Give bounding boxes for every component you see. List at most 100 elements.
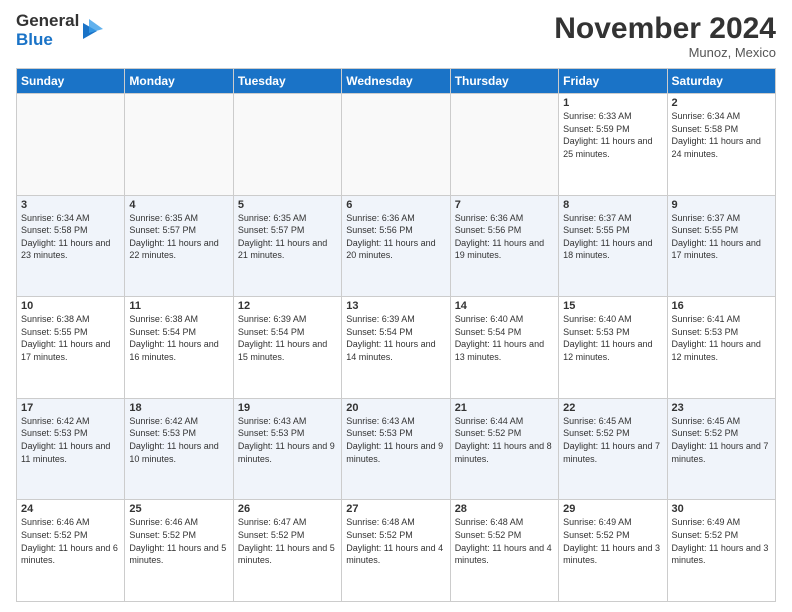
day-cell: 5Sunrise: 6:35 AM Sunset: 5:57 PM Daylig… (233, 195, 341, 297)
day-cell: 8Sunrise: 6:37 AM Sunset: 5:55 PM Daylig… (559, 195, 667, 297)
day-number: 22 (563, 402, 662, 414)
day-cell: 29Sunrise: 6:49 AM Sunset: 5:52 PM Dayli… (559, 500, 667, 602)
day-number: 12 (238, 300, 337, 312)
day-cell: 9Sunrise: 6:37 AM Sunset: 5:55 PM Daylig… (667, 195, 775, 297)
day-cell (17, 94, 125, 196)
day-cell: 11Sunrise: 6:38 AM Sunset: 5:54 PM Dayli… (125, 297, 233, 399)
day-info: Sunrise: 6:43 AM Sunset: 5:53 PM Dayligh… (238, 415, 337, 465)
day-cell: 12Sunrise: 6:39 AM Sunset: 5:54 PM Dayli… (233, 297, 341, 399)
week-row-1: 1Sunrise: 6:33 AM Sunset: 5:59 PM Daylig… (17, 94, 776, 196)
day-number: 16 (672, 300, 771, 312)
day-cell: 3Sunrise: 6:34 AM Sunset: 5:58 PM Daylig… (17, 195, 125, 297)
week-row-2: 3Sunrise: 6:34 AM Sunset: 5:58 PM Daylig… (17, 195, 776, 297)
day-number: 25 (129, 503, 228, 515)
day-cell: 7Sunrise: 6:36 AM Sunset: 5:56 PM Daylig… (450, 195, 558, 297)
day-number: 4 (129, 199, 228, 211)
col-header-sunday: Sunday (17, 69, 125, 94)
day-number: 23 (672, 402, 771, 414)
day-info: Sunrise: 6:46 AM Sunset: 5:52 PM Dayligh… (129, 516, 228, 566)
day-cell: 23Sunrise: 6:45 AM Sunset: 5:52 PM Dayli… (667, 398, 775, 500)
header-row: SundayMondayTuesdayWednesdayThursdayFrid… (17, 69, 776, 94)
logo-text: General Blue (16, 12, 79, 49)
day-info: Sunrise: 6:34 AM Sunset: 5:58 PM Dayligh… (672, 110, 771, 160)
day-cell (233, 94, 341, 196)
logo-arrow-icon (83, 15, 103, 47)
day-number: 19 (238, 402, 337, 414)
col-header-friday: Friday (559, 69, 667, 94)
calendar-table: SundayMondayTuesdayWednesdayThursdayFrid… (16, 68, 776, 602)
day-info: Sunrise: 6:49 AM Sunset: 5:52 PM Dayligh… (672, 516, 771, 566)
day-number: 8 (563, 199, 662, 211)
day-info: Sunrise: 6:43 AM Sunset: 5:53 PM Dayligh… (346, 415, 445, 465)
day-cell: 4Sunrise: 6:35 AM Sunset: 5:57 PM Daylig… (125, 195, 233, 297)
day-cell: 21Sunrise: 6:44 AM Sunset: 5:52 PM Dayli… (450, 398, 558, 500)
day-number: 30 (672, 503, 771, 515)
day-cell: 25Sunrise: 6:46 AM Sunset: 5:52 PM Dayli… (125, 500, 233, 602)
col-header-monday: Monday (125, 69, 233, 94)
day-cell: 2Sunrise: 6:34 AM Sunset: 5:58 PM Daylig… (667, 94, 775, 196)
day-info: Sunrise: 6:48 AM Sunset: 5:52 PM Dayligh… (455, 516, 554, 566)
day-cell (450, 94, 558, 196)
col-header-saturday: Saturday (667, 69, 775, 94)
day-info: Sunrise: 6:35 AM Sunset: 5:57 PM Dayligh… (238, 212, 337, 262)
day-number: 24 (21, 503, 120, 515)
col-header-thursday: Thursday (450, 69, 558, 94)
day-info: Sunrise: 6:38 AM Sunset: 5:55 PM Dayligh… (21, 313, 120, 363)
day-info: Sunrise: 6:42 AM Sunset: 5:53 PM Dayligh… (21, 415, 120, 465)
day-number: 6 (346, 199, 445, 211)
day-number: 20 (346, 402, 445, 414)
location: Munoz, Mexico (554, 45, 776, 60)
title-block: November 2024 Munoz, Mexico (554, 12, 776, 60)
logo: General Blue (16, 12, 103, 49)
day-number: 11 (129, 300, 228, 312)
day-info: Sunrise: 6:45 AM Sunset: 5:52 PM Dayligh… (563, 415, 662, 465)
day-number: 18 (129, 402, 228, 414)
col-header-wednesday: Wednesday (342, 69, 450, 94)
day-info: Sunrise: 6:49 AM Sunset: 5:52 PM Dayligh… (563, 516, 662, 566)
day-info: Sunrise: 6:46 AM Sunset: 5:52 PM Dayligh… (21, 516, 120, 566)
day-info: Sunrise: 6:37 AM Sunset: 5:55 PM Dayligh… (563, 212, 662, 262)
day-cell: 22Sunrise: 6:45 AM Sunset: 5:52 PM Dayli… (559, 398, 667, 500)
day-info: Sunrise: 6:45 AM Sunset: 5:52 PM Dayligh… (672, 415, 771, 465)
day-number: 17 (21, 402, 120, 414)
day-number: 26 (238, 503, 337, 515)
day-info: Sunrise: 6:39 AM Sunset: 5:54 PM Dayligh… (346, 313, 445, 363)
day-cell: 1Sunrise: 6:33 AM Sunset: 5:59 PM Daylig… (559, 94, 667, 196)
header: General Blue November 2024 Munoz, Mexico (16, 12, 776, 60)
day-info: Sunrise: 6:44 AM Sunset: 5:52 PM Dayligh… (455, 415, 554, 465)
day-cell (342, 94, 450, 196)
day-info: Sunrise: 6:42 AM Sunset: 5:53 PM Dayligh… (129, 415, 228, 465)
day-number: 2 (672, 97, 771, 109)
day-number: 13 (346, 300, 445, 312)
day-number: 3 (21, 199, 120, 211)
month-title: November 2024 (554, 12, 776, 45)
day-info: Sunrise: 6:36 AM Sunset: 5:56 PM Dayligh… (455, 212, 554, 262)
day-cell: 17Sunrise: 6:42 AM Sunset: 5:53 PM Dayli… (17, 398, 125, 500)
day-info: Sunrise: 6:37 AM Sunset: 5:55 PM Dayligh… (672, 212, 771, 262)
col-header-tuesday: Tuesday (233, 69, 341, 94)
page: General Blue November 2024 Munoz, Mexico… (0, 0, 792, 612)
day-cell: 14Sunrise: 6:40 AM Sunset: 5:54 PM Dayli… (450, 297, 558, 399)
day-info: Sunrise: 6:40 AM Sunset: 5:53 PM Dayligh… (563, 313, 662, 363)
day-number: 29 (563, 503, 662, 515)
day-info: Sunrise: 6:34 AM Sunset: 5:58 PM Dayligh… (21, 212, 120, 262)
day-number: 21 (455, 402, 554, 414)
day-cell: 19Sunrise: 6:43 AM Sunset: 5:53 PM Dayli… (233, 398, 341, 500)
day-cell: 15Sunrise: 6:40 AM Sunset: 5:53 PM Dayli… (559, 297, 667, 399)
day-cell (125, 94, 233, 196)
day-cell: 6Sunrise: 6:36 AM Sunset: 5:56 PM Daylig… (342, 195, 450, 297)
day-cell: 30Sunrise: 6:49 AM Sunset: 5:52 PM Dayli… (667, 500, 775, 602)
day-info: Sunrise: 6:48 AM Sunset: 5:52 PM Dayligh… (346, 516, 445, 566)
day-info: Sunrise: 6:35 AM Sunset: 5:57 PM Dayligh… (129, 212, 228, 262)
day-info: Sunrise: 6:39 AM Sunset: 5:54 PM Dayligh… (238, 313, 337, 363)
day-cell: 20Sunrise: 6:43 AM Sunset: 5:53 PM Dayli… (342, 398, 450, 500)
day-number: 27 (346, 503, 445, 515)
day-number: 28 (455, 503, 554, 515)
day-info: Sunrise: 6:41 AM Sunset: 5:53 PM Dayligh… (672, 313, 771, 363)
day-number: 5 (238, 199, 337, 211)
day-cell: 28Sunrise: 6:48 AM Sunset: 5:52 PM Dayli… (450, 500, 558, 602)
day-number: 15 (563, 300, 662, 312)
week-row-5: 24Sunrise: 6:46 AM Sunset: 5:52 PM Dayli… (17, 500, 776, 602)
day-cell: 18Sunrise: 6:42 AM Sunset: 5:53 PM Dayli… (125, 398, 233, 500)
day-cell: 16Sunrise: 6:41 AM Sunset: 5:53 PM Dayli… (667, 297, 775, 399)
